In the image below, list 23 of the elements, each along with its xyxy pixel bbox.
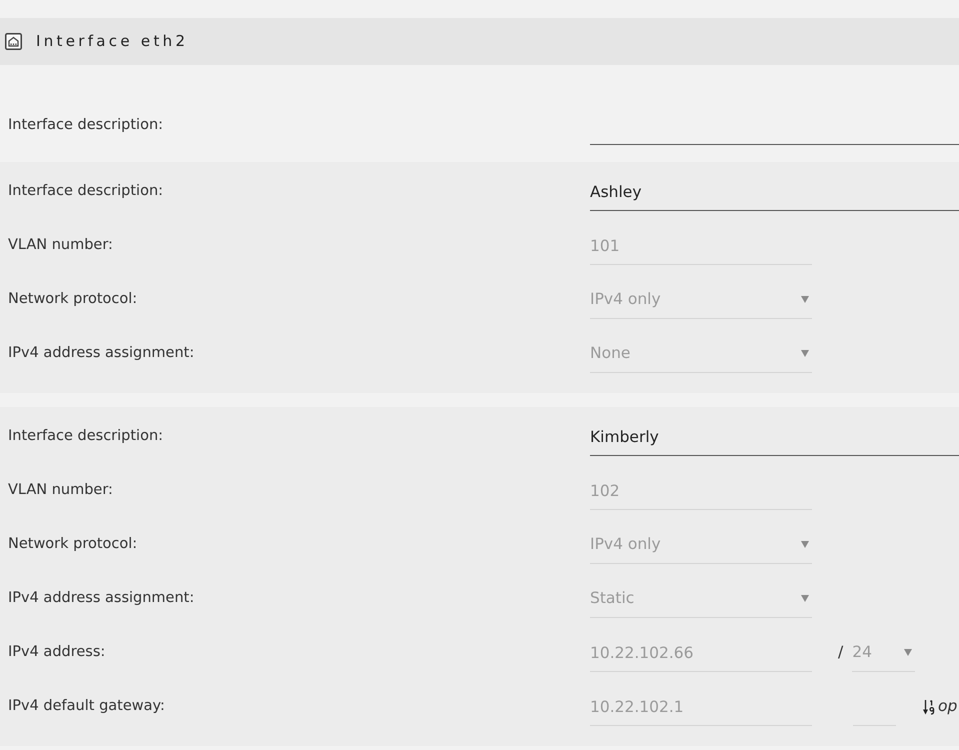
caret-icon (801, 595, 809, 602)
caret-icon (801, 296, 809, 303)
sort-numeric-icon (923, 699, 935, 715)
text-input[interactable]: Kimberly (590, 418, 959, 456)
field-label: IPv4 default gateway: (8, 697, 166, 716)
field-label: Network protocol: (8, 290, 138, 310)
field-label: VLAN number: (8, 481, 114, 500)
network-port-icon (5, 33, 22, 50)
field-label: IPv4 address: (8, 643, 106, 662)
separator-text: / (838, 642, 844, 664)
caret-icon (801, 350, 809, 357)
field-label: IPv4 address assignment: (8, 344, 196, 364)
note-text: op (938, 696, 958, 718)
interface-title: Interface eth2 (36, 31, 188, 52)
field-label: Interface description: (8, 427, 164, 446)
field-label: IPv4 address assignment: (8, 589, 196, 608)
field-label: Interface description: (8, 116, 164, 136)
caret-icon (801, 541, 809, 548)
caret-icon (904, 649, 912, 656)
field-label: VLAN number: (8, 236, 114, 256)
field-label: Interface description: (8, 182, 164, 202)
text-input[interactable]: Ashley (590, 173, 959, 211)
field-label: Network protocol: (8, 535, 138, 554)
